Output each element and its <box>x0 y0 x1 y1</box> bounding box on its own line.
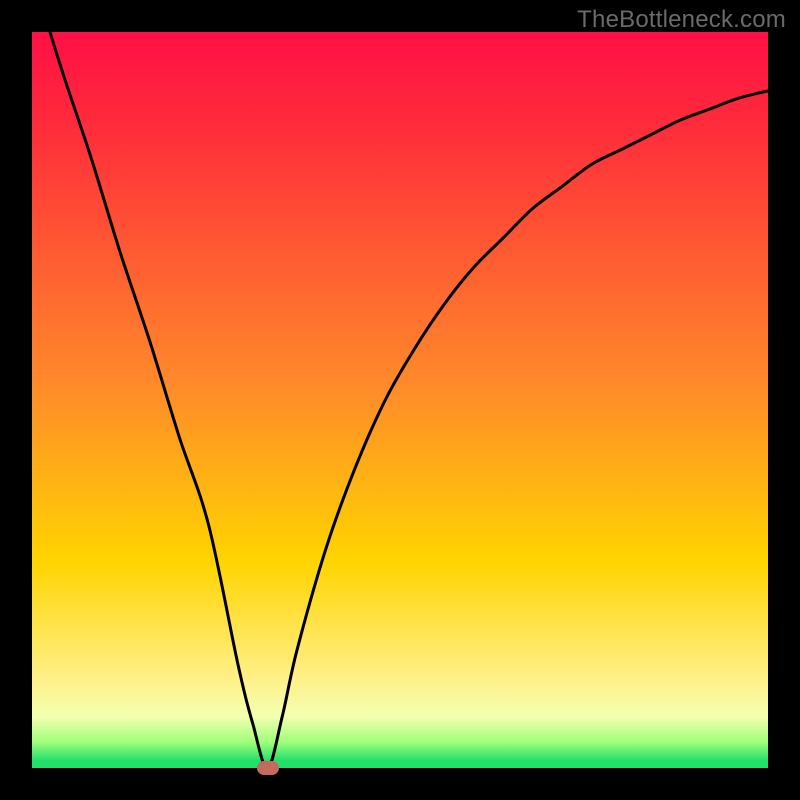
plot-area <box>32 32 768 768</box>
optimal-point-marker <box>257 761 279 775</box>
bottleneck-curve <box>32 32 768 768</box>
chart-frame: TheBottleneck.com <box>0 0 800 800</box>
watermark-text: TheBottleneck.com <box>577 6 786 34</box>
